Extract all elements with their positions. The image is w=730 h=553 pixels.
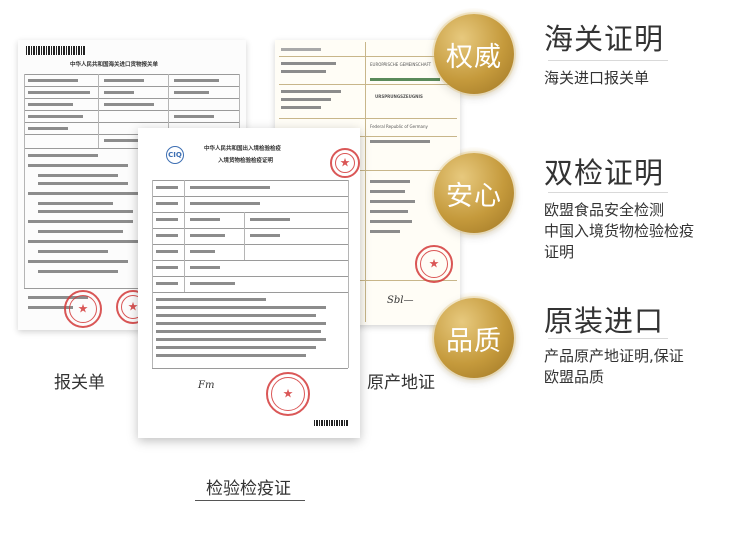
heading-original-import: 原装进口 [544, 304, 665, 338]
inspection-caption: 检验检疫证 [206, 479, 291, 499]
origin-signature: Sbl— [387, 295, 414, 306]
desc-inspection-line1: 欧盟食品安全检测 [544, 201, 665, 219]
inspection-stamp [266, 372, 310, 416]
customs-doc-title: 中华人民共和国海关进口货物报关单 [70, 62, 159, 68]
desc-customs: 海关进口报关单 [544, 69, 650, 87]
origin-country: Federal Republic of Germany [370, 124, 428, 129]
desc-origin-line1: 产品原产地证明,保证 [544, 347, 684, 365]
origin-cert-title: URSPRUNGSZEUGNIS [375, 94, 423, 99]
barcode [26, 46, 86, 55]
divider [548, 192, 668, 193]
inspection-stamp-top [330, 148, 360, 178]
ciq-logo-icon: CIQ [166, 146, 184, 164]
badge-peace-of-mind: 安心 [428, 147, 520, 239]
inspection-certificate-image: CIQ 中华人民共和国出入境检验检疫 入境货物检验检疫证明 Fm [138, 128, 360, 438]
badge-authority: 权威 [428, 8, 520, 100]
inspection-signature: Fm [198, 380, 215, 391]
divider [548, 338, 668, 339]
desc-inspection-line3: 证明 [544, 243, 575, 261]
divider [548, 60, 668, 61]
inspection-title-1: 中华人民共和国出入境检验检疫 [204, 146, 282, 152]
desc-origin-line2: 欧盟品质 [544, 368, 605, 386]
origin-stamp [415, 245, 453, 283]
inspection-title-2: 入境货物检验检疫证明 [218, 158, 274, 164]
customs-stamp [64, 290, 102, 328]
origin-caption: 原产地证 [367, 373, 435, 393]
desc-inspection-line2: 中国入境货物检验检疫 [544, 222, 695, 240]
origin-header: EUROPÄISCHE GEMEINSCHAFT [370, 62, 432, 67]
heading-customs-proof: 海关证明 [544, 22, 665, 56]
inspection-barcode [314, 420, 348, 426]
badge-quality: 品质 [428, 292, 520, 384]
heading-dual-inspection: 双检证明 [544, 156, 665, 190]
customs-caption: 报关单 [54, 373, 105, 393]
